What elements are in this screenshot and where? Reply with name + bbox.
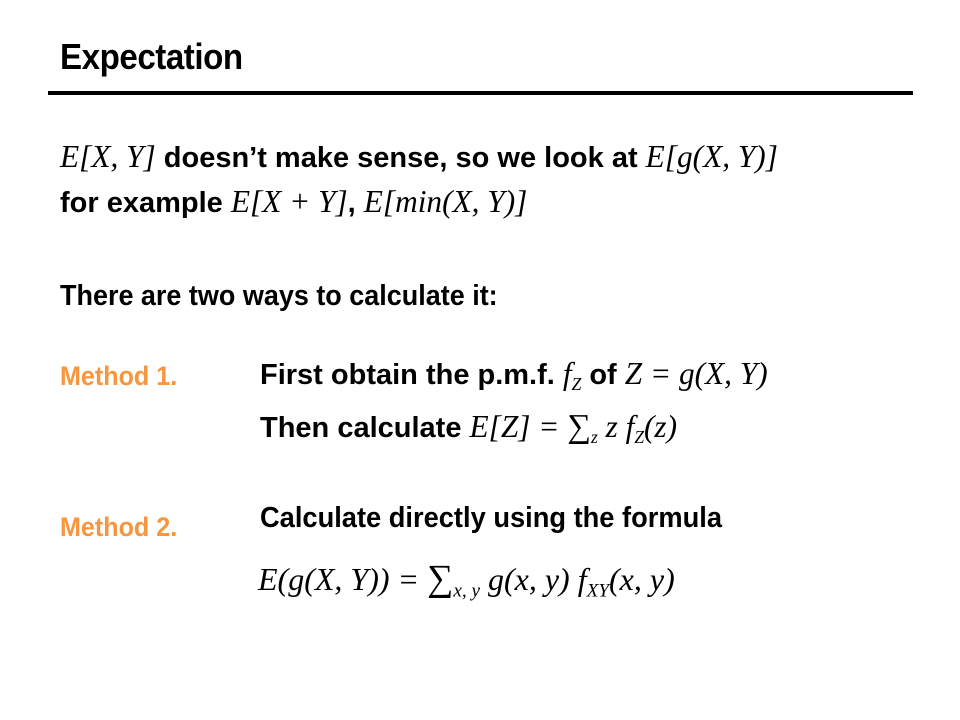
math-expectation-sum: E[X + Y] xyxy=(230,184,348,219)
sigma-subscript: z xyxy=(590,427,598,448)
method-1-of: of xyxy=(581,359,625,391)
method-1-step-1: First obtain the p.m.f. fZ of Z = g(X, Y… xyxy=(260,356,768,395)
method-1-step-2-text: Then calculate xyxy=(260,412,470,444)
ways-heading: There are two ways to calculate it: xyxy=(60,280,498,312)
math-argument: (z) xyxy=(643,409,678,444)
intro-text-1: doesn’t make sense, so we look at xyxy=(155,142,646,174)
intro-text-2: for example xyxy=(60,187,231,219)
intro-separator: , xyxy=(347,187,364,219)
math-expectation-gxy: E[g(X, Y)] xyxy=(645,139,778,174)
slide-title: Expectation xyxy=(60,36,243,77)
method-2-label: Method 2. xyxy=(60,512,178,542)
method-1-step-1-text: First obtain the p.m.f. xyxy=(260,359,563,391)
math-z: z xyxy=(597,409,626,444)
method-1-label: Method 1. xyxy=(60,361,178,391)
intro-line-1: E[X, Y] doesn’t make sense, so we look a… xyxy=(60,139,778,175)
method-1-step-2: Then calculate E[Z] = ∑z z fZ(z) xyxy=(260,408,677,446)
formula-f-subscript: XY xyxy=(586,580,609,602)
title-divider xyxy=(48,91,913,95)
sigma-subscript: x, y xyxy=(453,580,480,602)
math-z-definition: Z = g(X, Y) xyxy=(624,356,768,391)
formula-argument: (x, y) xyxy=(609,561,675,597)
method-2-formula: E(g(X, Y)) = ∑x, y g(x, y) fXY(x, y) xyxy=(258,556,675,602)
math-f: f xyxy=(625,409,635,444)
sigma-symbol: ∑ xyxy=(567,408,591,445)
intro-line-2: for example E[X + Y], E[min(X, Y)] xyxy=(60,184,527,220)
math-f-subscript: Z xyxy=(571,374,582,395)
formula-g: g(x, y) xyxy=(479,561,578,597)
math-expectation-min: E[min(X, Y)] xyxy=(363,184,528,219)
sigma-symbol: ∑ xyxy=(427,557,454,598)
math-expectation-xy: E[X, Y] xyxy=(60,139,156,174)
formula-lhs: E(g(X, Y)) = xyxy=(258,561,428,597)
math-f: f xyxy=(562,356,572,391)
math-f-subscript: Z xyxy=(634,427,644,448)
method-2-step-1: Calculate directly using the formula xyxy=(260,502,723,534)
formula-f: f xyxy=(577,561,587,597)
math-ez-lhs: E[Z] = xyxy=(469,409,568,444)
